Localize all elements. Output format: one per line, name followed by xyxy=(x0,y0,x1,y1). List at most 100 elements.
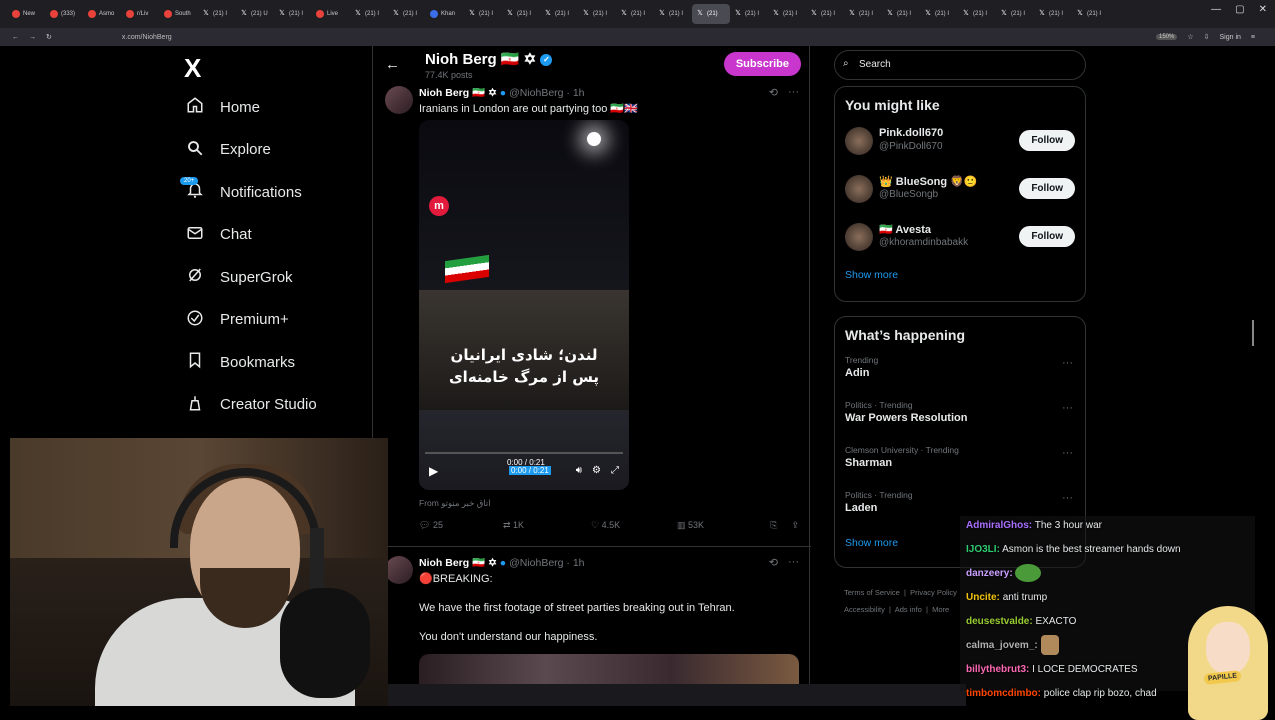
download-icon[interactable]: ⇩ xyxy=(1204,33,1210,41)
footer-link[interactable]: Privacy Policy xyxy=(910,588,957,597)
trend-item[interactable]: Trending Adin ··· xyxy=(835,351,1085,396)
browser-tab[interactable]: 𝕏 (21) I xyxy=(578,4,616,24)
more-icon[interactable]: ··· xyxy=(788,556,799,569)
browser-tab[interactable]: 𝕏 (21) I xyxy=(996,4,1034,24)
browser-tab[interactable]: New xyxy=(8,4,46,24)
follow-button[interactable]: Follow xyxy=(1019,130,1075,151)
avatar[interactable] xyxy=(385,86,413,114)
chat-username[interactable]: Uncite: xyxy=(966,592,1000,603)
views-button[interactable]: ▥ 53K xyxy=(677,520,765,531)
more-icon[interactable]: ··· xyxy=(1062,492,1073,504)
chat-username[interactable]: deusestvalde: xyxy=(966,616,1033,627)
follow-button[interactable]: Follow xyxy=(1019,178,1075,199)
footer-link[interactable]: Ads info xyxy=(895,605,922,614)
browser-tab[interactable]: 𝕏 (21) U xyxy=(236,4,274,24)
menu-icon[interactable]: ≡ xyxy=(1251,34,1255,41)
footer-link[interactable]: More xyxy=(932,605,949,614)
footer-link[interactable]: Terms of Service xyxy=(844,588,900,597)
suggested-account[interactable]: 🇮🇷 Avesta @khoramdinbabakk Follow xyxy=(835,215,1085,263)
browser-tab[interactable]: 𝕏 (21) I xyxy=(274,4,312,24)
browser-tab[interactable]: 𝕏 (21) I xyxy=(958,4,996,24)
follow-button[interactable]: Follow xyxy=(1019,226,1075,247)
browser-tab[interactable]: 𝕏 (21) I xyxy=(920,4,958,24)
grok-icon[interactable]: ⟲ xyxy=(769,556,778,569)
reply-button[interactable]: 💬︎ 25 xyxy=(419,520,503,531)
close-icon[interactable]: ✕ xyxy=(1259,4,1267,15)
footer-link[interactable]: Accessibility xyxy=(844,605,885,614)
browser-tab[interactable]: Live xyxy=(312,4,350,24)
browser-tab[interactable]: 𝕏 (21) I xyxy=(844,4,882,24)
chat-username[interactable]: IJO3LI: xyxy=(966,544,1000,555)
sign-in-button[interactable]: Sign in xyxy=(1220,34,1241,41)
reload-icon[interactable]: ↻ xyxy=(46,33,52,41)
avatar[interactable] xyxy=(845,127,873,155)
browser-tab[interactable]: 𝕏 (21) I xyxy=(464,4,502,24)
nav-item-explore[interactable]: Explore xyxy=(180,129,370,172)
browser-tab[interactable]: 𝕏 (21) I xyxy=(730,4,768,24)
volume-icon[interactable]: 🔊︎ xyxy=(576,465,582,476)
x-logo[interactable]: X xyxy=(184,50,370,86)
trend-item[interactable]: Politics · Trending War Powers Resolution… xyxy=(835,396,1085,441)
nav-item-home[interactable]: Home xyxy=(180,86,370,129)
search-input[interactable]: Search xyxy=(834,50,1086,80)
nav-item-creator-studio[interactable]: Creator Studio xyxy=(180,384,370,427)
browser-tab[interactable]: 𝕏 (21) I xyxy=(882,4,920,24)
more-icon[interactable]: ··· xyxy=(788,86,799,99)
settings-icon[interactable]: ⚙ xyxy=(592,465,601,476)
avatar[interactable] xyxy=(845,223,873,251)
nav-item-supergrok[interactable]: SuperGrok xyxy=(180,256,370,299)
chat-username[interactable]: billythebrut3: xyxy=(966,664,1029,675)
nav-item-chat[interactable]: Chat xyxy=(180,214,370,257)
chat-username[interactable]: danzeery: xyxy=(966,568,1013,579)
tweet[interactable]: Nioh Berg 🇮🇷 ✡ ● @NiohBerg · 1h ⟲ ··· 🔴B… xyxy=(373,556,811,694)
show-more-link[interactable]: Show more xyxy=(835,263,1085,287)
browser-tab[interactable]: r/Liv xyxy=(122,4,160,24)
browser-tab[interactable]: 𝕏 (21) I xyxy=(806,4,844,24)
chat-username[interactable]: AdmiralGhos: xyxy=(966,520,1032,531)
browser-tab[interactable]: 𝕏 (21) I xyxy=(1034,4,1072,24)
url-field[interactable]: x.com/NiohBerg xyxy=(122,34,172,41)
nav-item-notifications[interactable]: 20+ Notifications xyxy=(180,171,370,214)
chat-username[interactable]: timbomcdimbo: xyxy=(966,688,1041,699)
video-source[interactable]: From اتاق خبر منوتو xyxy=(419,498,491,509)
minimize-icon[interactable]: — xyxy=(1211,4,1221,15)
browser-tab[interactable]: 𝕏 (21) I xyxy=(198,4,236,24)
browser-tab[interactable]: 𝕏 (21) I xyxy=(350,4,388,24)
forward-icon[interactable]: → xyxy=(29,34,36,41)
subscribe-button[interactable]: Subscribe xyxy=(723,52,801,76)
avatar[interactable] xyxy=(385,556,413,584)
fullscreen-icon[interactable]: ⤢ xyxy=(611,465,619,476)
suggested-account[interactable]: Pink.doll670 @PinkDoll670 Follow xyxy=(835,119,1085,167)
more-icon[interactable]: ··· xyxy=(1062,357,1073,369)
back-arrow-icon[interactable]: ← xyxy=(385,56,400,73)
back-icon[interactable]: ← xyxy=(12,34,19,41)
grok-icon[interactable]: ⟲ xyxy=(769,86,778,99)
maximize-icon[interactable]: ▢ xyxy=(1235,4,1244,15)
more-icon[interactable]: ··· xyxy=(1062,402,1073,414)
browser-tab[interactable]: Khan xyxy=(426,4,464,24)
browser-tab[interactable]: 𝕏 (21) xyxy=(692,4,730,24)
video-progress-bar[interactable] xyxy=(425,452,623,454)
browser-tab[interactable]: 𝕏 (21) I xyxy=(616,4,654,24)
tweet[interactable]: Nioh Berg 🇮🇷 ✡ ● @NiohBerg · 1h ⟲ ··· Ir… xyxy=(373,86,811,546)
browser-tab[interactable]: South xyxy=(160,4,198,24)
play-icon[interactable]: ▶ xyxy=(429,464,438,478)
more-icon[interactable]: ··· xyxy=(1062,447,1073,459)
browser-tab[interactable]: Asmo xyxy=(84,4,122,24)
avatar[interactable] xyxy=(845,175,873,203)
browser-tab[interactable]: 𝕏 (21) I xyxy=(654,4,692,24)
trend-item[interactable]: Clemson University · Trending Sharman ··· xyxy=(835,441,1085,486)
browser-tab[interactable]: 𝕏 (21) I xyxy=(768,4,806,24)
browser-tab[interactable]: 𝕏 (21) I xyxy=(1072,4,1110,24)
share-icon[interactable]: ⇪ xyxy=(791,520,799,531)
chat-username[interactable]: calma_jovem_: xyxy=(966,640,1038,651)
nav-item-premium[interactable]: Premium+ xyxy=(180,299,370,342)
suggested-account[interactable]: 👑 BlueSong 🦁🙂 @BlueSongb Follow xyxy=(835,167,1085,215)
like-button[interactable]: ♡ 4.5K xyxy=(591,520,677,531)
browser-tab[interactable]: (333) xyxy=(46,4,84,24)
zoom-level[interactable]: 150% xyxy=(1155,34,1178,40)
scrollbar[interactable] xyxy=(1252,320,1254,346)
bookmark-icon[interactable]: ⎘ xyxy=(770,520,777,531)
browser-tab[interactable]: 𝕏 (21) I xyxy=(388,4,426,24)
video-player[interactable]: m لندن؛ شادی ایرانیان پس از مرگ خامنه‌ای… xyxy=(419,120,629,490)
